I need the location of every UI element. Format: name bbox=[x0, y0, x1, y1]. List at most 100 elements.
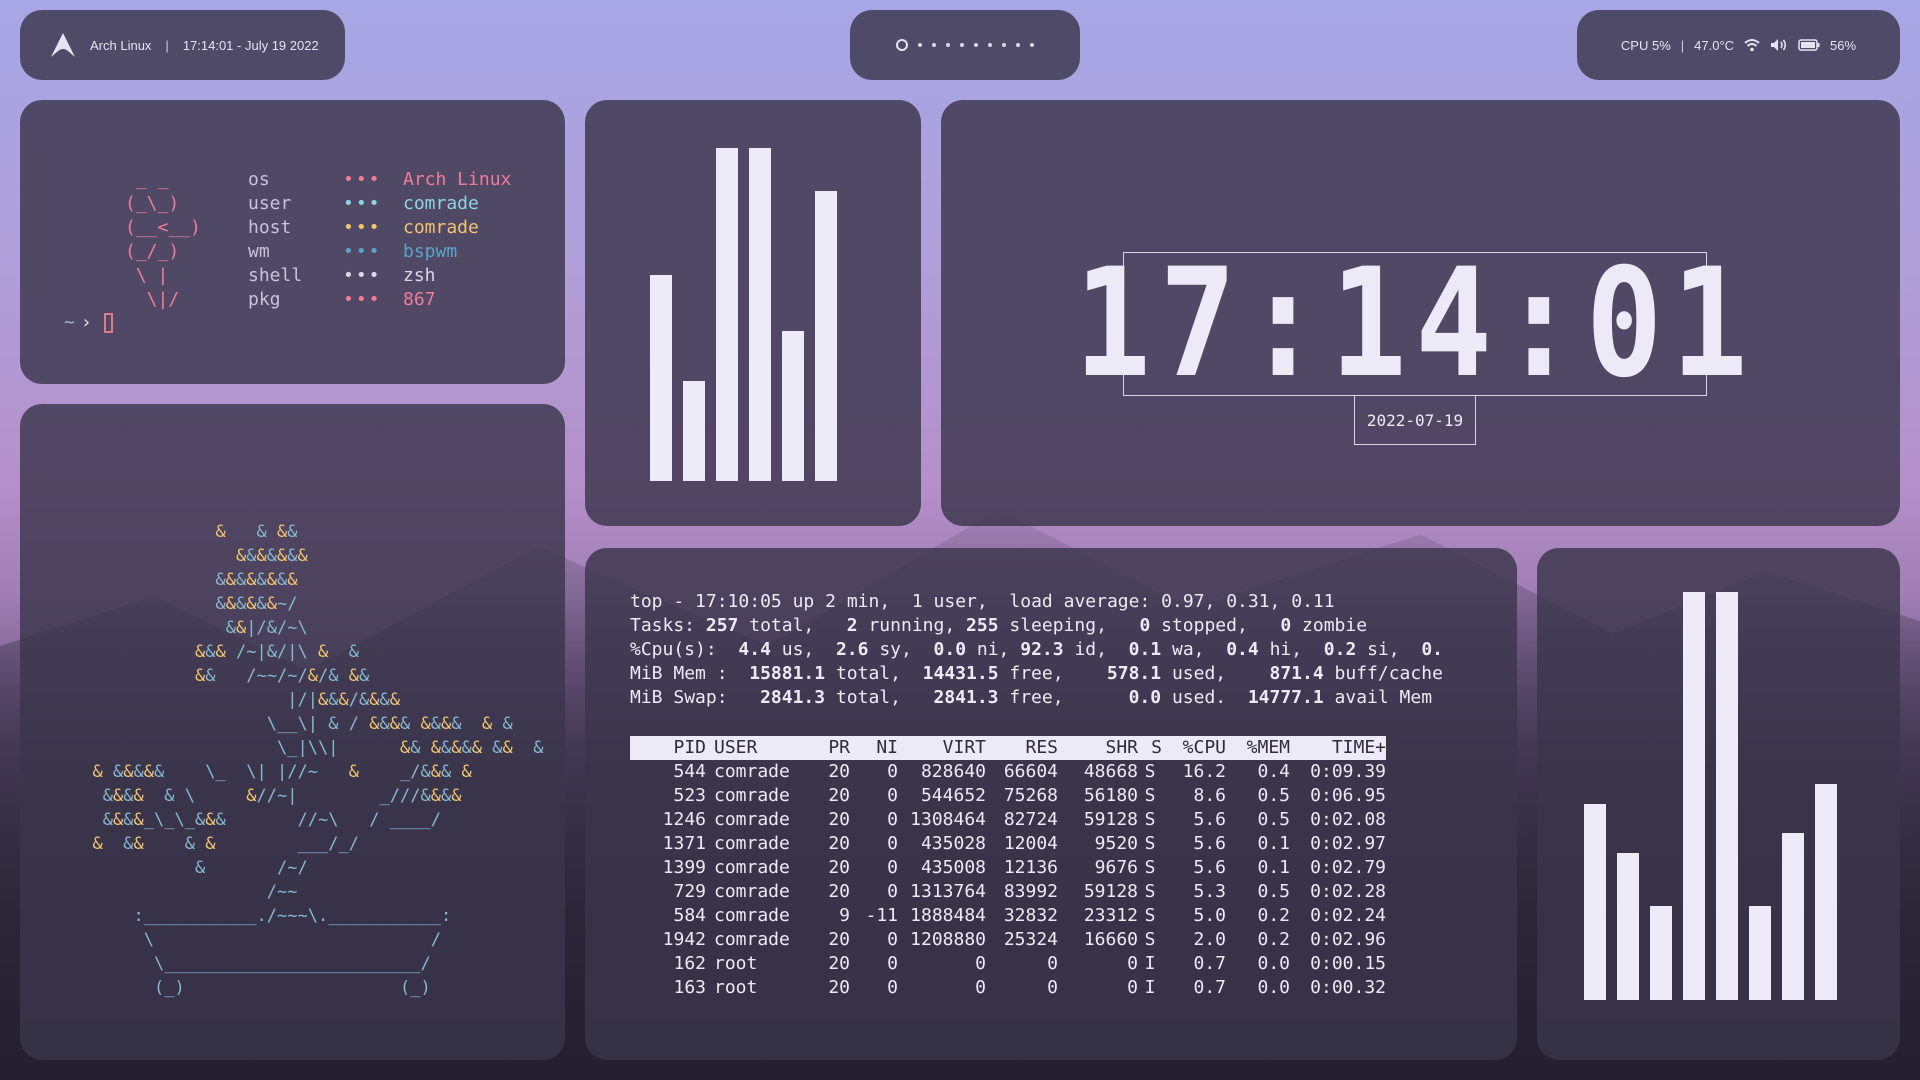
workspace-dot[interactable] bbox=[960, 43, 964, 47]
visualizer-bar bbox=[782, 331, 804, 481]
visualizer-bar bbox=[1782, 832, 1804, 1000]
process-cell: root bbox=[714, 953, 758, 974]
process-cell: 544652 bbox=[920, 785, 986, 806]
process-row[interactable]: 1371 comrade 20 0 435028 12004 9520 S 5.6 0.1 0:02… bbox=[630, 832, 1386, 856]
process-cell: 0.2 bbox=[1257, 929, 1290, 950]
workspace-dot[interactable] bbox=[1016, 43, 1020, 47]
workspace-dot[interactable] bbox=[1030, 43, 1034, 47]
arch-logo-icon bbox=[51, 33, 75, 57]
process-cell: 435028 bbox=[920, 833, 986, 854]
process-row[interactable]: 1942 comrade 20 0 1208880 25324 16660 S 2.0 0.2 0:… bbox=[630, 928, 1386, 952]
top-summary-line: MiB Mem : 15881.1 total, 14431.5 free, 5… bbox=[630, 663, 1443, 684]
process-row[interactable]: 729 comrade 20 0 1313764 83992 59128 S 5.3 0.5 0:0… bbox=[630, 880, 1386, 904]
process-cell: 20 bbox=[828, 953, 850, 974]
fetch-row-user: user ••• comrade bbox=[248, 192, 511, 216]
process-cell: 5.6 bbox=[1193, 809, 1226, 830]
column-header[interactable]: RES bbox=[986, 736, 1058, 760]
prompt-arrow: › bbox=[80, 312, 92, 333]
column-header[interactable]: %MEM bbox=[1226, 736, 1290, 760]
process-cell: 0 bbox=[1047, 977, 1058, 998]
process-row[interactable]: 584 comrade 9 -11 1888484 32832 23312 S 5.0 0.2 0:… bbox=[630, 904, 1386, 928]
fetch-key: os bbox=[248, 169, 270, 190]
shell-prompt[interactable]: ~ › bbox=[64, 312, 113, 333]
process-cell: 0.4 bbox=[1257, 761, 1290, 782]
process-cell: 0:02.08 bbox=[1310, 809, 1386, 830]
workspace-dot[interactable] bbox=[918, 43, 922, 47]
process-cell: 5.0 bbox=[1193, 905, 1226, 926]
topbar-right: CPU 5% | 47.0°C 56% bbox=[1577, 10, 1900, 80]
process-cell: 32832 bbox=[1003, 905, 1058, 926]
workspace-dot[interactable] bbox=[988, 43, 992, 47]
topbar-left: Arch Linux | 17:14:01 - July 19 2022 bbox=[20, 10, 345, 80]
process-cell: 544 bbox=[673, 761, 706, 782]
column-header[interactable]: SHR bbox=[1058, 736, 1138, 760]
process-cell: 523 bbox=[673, 785, 706, 806]
column-header[interactable]: PR bbox=[818, 736, 850, 760]
bonsai-panel: & & && &&&&&&& &&&&&&&& &&&&&&~/ &&|/&/~… bbox=[20, 404, 565, 1060]
process-table-header: PID USER PR NI VIRT RES SHR S %CPU %MEM TIME+ bbox=[630, 736, 1386, 760]
process-cell: 0:02.24 bbox=[1310, 905, 1386, 926]
process-cell: comrade bbox=[714, 881, 790, 902]
process-row[interactable]: 162 root 20 0 0 0 0 I 0.7 0.0 0:00.15 bbox=[630, 952, 1386, 976]
process-cell: comrade bbox=[714, 785, 790, 806]
column-header[interactable]: %CPU bbox=[1162, 736, 1226, 760]
process-cell: 0.0 bbox=[1257, 953, 1290, 974]
visualizer-bar bbox=[1749, 906, 1771, 1000]
process-cell: 20 bbox=[828, 761, 850, 782]
process-cell: comrade bbox=[714, 857, 790, 878]
process-cell: 1308464 bbox=[910, 809, 986, 830]
workspace-dot[interactable] bbox=[1002, 43, 1006, 47]
process-cell: 0:02.79 bbox=[1310, 857, 1386, 878]
fetch-dots: ••• bbox=[343, 289, 382, 310]
visualizer-bar bbox=[1683, 592, 1705, 1000]
process-cell: I bbox=[1144, 953, 1156, 974]
process-cell: 1371 bbox=[662, 833, 706, 854]
fetch-row-shell: shell ••• zsh bbox=[248, 264, 511, 288]
process-cell: 1888484 bbox=[910, 905, 986, 926]
process-cell: 0 bbox=[887, 881, 898, 902]
process-cell: S bbox=[1144, 761, 1156, 782]
prompt-tilde: ~ bbox=[64, 312, 75, 333]
visualizer-bar bbox=[1815, 783, 1837, 1000]
fetch-ascii-art: _ _ (_\_) (__<__) (_/_) \ | \|/ bbox=[125, 169, 201, 310]
process-cell: 1399 bbox=[662, 857, 706, 878]
workspace-dot[interactable] bbox=[974, 43, 978, 47]
workspace-dot[interactable] bbox=[932, 43, 936, 47]
fetch-value: 867 bbox=[403, 289, 436, 310]
process-row[interactable]: 163 root 20 0 0 0 0 I 0.7 0.0 0:00.32 bbox=[630, 976, 1386, 1000]
fetch-row-host: host ••• comrade bbox=[248, 216, 511, 240]
column-header[interactable]: USER bbox=[706, 736, 818, 760]
column-header[interactable]: PID bbox=[630, 736, 706, 760]
process-cell: 0 bbox=[887, 761, 898, 782]
column-header[interactable]: TIME+ bbox=[1290, 736, 1386, 760]
column-header[interactable]: VIRT bbox=[898, 736, 986, 760]
column-header[interactable]: S bbox=[1138, 736, 1162, 760]
process-cell: 584 bbox=[673, 905, 706, 926]
column-header[interactable]: NI bbox=[850, 736, 898, 760]
process-cell: S bbox=[1144, 833, 1156, 854]
process-cell: 0:02.97 bbox=[1310, 833, 1386, 854]
wifi-icon[interactable] bbox=[1744, 38, 1760, 52]
clock-frame: 17:14:01 bbox=[1074, 249, 1748, 399]
bonsai-ascii-art: & & && &&&&&&& &&&&&&&& &&&&&&~/ &&|/&/~… bbox=[92, 522, 544, 998]
clock-date: 2022-07-19 bbox=[1366, 410, 1464, 430]
workspace-dot[interactable] bbox=[946, 43, 950, 47]
text-cursor bbox=[103, 313, 113, 333]
top-summary-line: top - 17:10:05 up 2 min, 1 user, load av… bbox=[630, 591, 1335, 612]
process-cell: 59128 bbox=[1083, 881, 1138, 902]
fetch-key: shell bbox=[248, 265, 303, 286]
visualizer-bar bbox=[1617, 853, 1639, 1000]
process-cell: root bbox=[714, 977, 758, 998]
process-row[interactable]: 1246 comrade 20 0 1308464 82724 59128 S 5.6 0.5 0:… bbox=[630, 808, 1386, 832]
volume-icon[interactable] bbox=[1770, 38, 1788, 52]
fetch-dots: ••• bbox=[343, 193, 382, 214]
process-row[interactable]: 523 comrade 20 0 544652 75268 56180 S 8.6 0.5 0:06… bbox=[630, 784, 1386, 808]
process-cell: 0:00.15 bbox=[1310, 953, 1386, 974]
process-row[interactable]: 544 comrade 20 0 828640 66604 48668 S 16.2 0.4 0:0… bbox=[630, 760, 1386, 784]
workspace-active[interactable] bbox=[896, 39, 908, 51]
process-row[interactable]: 1399 comrade 20 0 435008 12136 9676 S 5.6 0.1 0:02… bbox=[630, 856, 1386, 880]
cpu-usage: CPU 5% bbox=[1620, 37, 1671, 53]
process-cell: 20 bbox=[828, 929, 850, 950]
process-cell: 5.3 bbox=[1193, 881, 1226, 902]
visualizer-bar bbox=[716, 148, 738, 481]
